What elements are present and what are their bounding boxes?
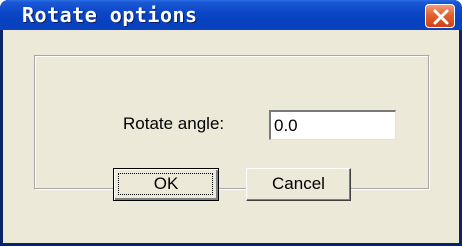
close-icon xyxy=(433,9,449,25)
close-button[interactable] xyxy=(425,4,455,28)
ok-button[interactable]: OK xyxy=(113,168,219,201)
cancel-button[interactable]: Cancel xyxy=(246,168,351,201)
rotate-angle-input[interactable] xyxy=(269,110,396,140)
title-bar[interactable]: Rotate options xyxy=(0,0,462,30)
cancel-button-label: Cancel xyxy=(272,174,325,193)
rotate-options-dialog: Rotate options Rotate angle: OK Cancel xyxy=(0,0,462,246)
rotate-angle-label: Rotate angle: xyxy=(123,114,225,133)
dialog-title: Rotate options xyxy=(22,3,198,27)
focus-rectangle xyxy=(118,173,213,195)
